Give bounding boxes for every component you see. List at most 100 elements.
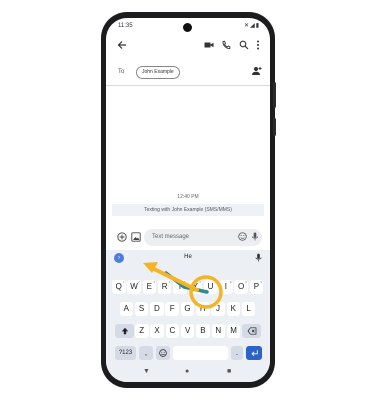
keyboard: › He Q1W2E3R4T5Y6U7I8O9P0 ASDFGHJKL ZXCV… — [106, 250, 270, 364]
gallery-icon[interactable] — [131, 232, 141, 245]
key-i-alt: 8 — [229, 280, 232, 284]
key-s-label: S — [138, 304, 145, 313]
add-attachment-icon[interactable] — [117, 232, 127, 245]
expand-toolbar-icon[interactable]: › — [114, 253, 124, 263]
key-p-alt: 0 — [260, 280, 263, 284]
backspace-key[interactable] — [242, 324, 261, 338]
key-o-label: O — [238, 282, 245, 291]
key-l[interactable]: L — [241, 302, 256, 316]
key-i-label: I — [224, 282, 227, 291]
key-d[interactable]: D — [150, 302, 164, 316]
video-call-icon[interactable] — [204, 40, 214, 54]
key-a-label: A — [123, 304, 129, 313]
key-i[interactable]: I8 — [219, 280, 233, 294]
header-divider — [106, 85, 270, 86]
nav-recents-icon[interactable]: ■ — [227, 368, 231, 375]
key-x[interactable]: X — [150, 324, 164, 338]
key-c[interactable]: C — [165, 324, 180, 338]
keyboard-mic-icon[interactable] — [255, 253, 262, 264]
key-k[interactable]: K — [226, 302, 241, 316]
key-m[interactable]: M — [226, 324, 241, 338]
key-q[interactable]: Q1 — [112, 280, 126, 294]
period-key[interactable]: . — [231, 346, 243, 360]
key-j-label: J — [216, 304, 221, 313]
key-t-alt: 5 — [184, 280, 186, 284]
screen: 11:35 ✕◢▮ To John Example 12:40 PM Texti… — [106, 18, 270, 382]
phone-icon[interactable] — [221, 40, 231, 54]
key-n-label: N — [215, 326, 222, 335]
add-person-icon[interactable] — [251, 66, 262, 78]
search-icon[interactable] — [239, 40, 249, 54]
compose-bar: Text message — [106, 228, 270, 248]
key-e-alt: 3 — [153, 280, 156, 284]
key-w[interactable]: W2 — [127, 280, 141, 294]
nav-home-icon[interactable]: ● — [185, 368, 189, 375]
key-h-label: H — [199, 304, 206, 313]
to-label: To — [118, 69, 125, 75]
front-camera — [183, 23, 192, 32]
message-input[interactable]: Text message — [144, 229, 262, 246]
key-r-alt: 4 — [168, 280, 171, 284]
key-p-label: P — [253, 282, 260, 291]
emoji-icon[interactable] — [238, 232, 247, 244]
key-d-label: D — [153, 304, 160, 313]
power-button — [273, 118, 276, 136]
key-c-label: C — [169, 326, 176, 335]
key-r[interactable]: R4 — [157, 280, 172, 294]
key-p[interactable]: P0 — [249, 280, 264, 294]
message-placeholder: Text message — [152, 234, 190, 240]
key-a[interactable]: A — [119, 302, 133, 316]
key-u[interactable]: U7 — [203, 280, 218, 294]
key-y-label: Y — [192, 282, 198, 291]
key-f-label: F — [169, 304, 175, 313]
volume-button — [273, 82, 276, 108]
key-v[interactable]: V — [180, 324, 195, 338]
key-m-label: M — [230, 326, 237, 335]
more-vertical-icon[interactable] — [256, 40, 260, 54]
emoji-key[interactable] — [156, 346, 170, 360]
key-o[interactable]: O9 — [234, 280, 248, 294]
status-time: 11:35 — [118, 23, 133, 29]
key-n[interactable]: N — [211, 324, 225, 338]
key-k-label: K — [230, 304, 237, 313]
shift-key[interactable] — [115, 324, 134, 338]
key-e[interactable]: E3 — [142, 280, 157, 294]
key-h[interactable]: H — [196, 302, 210, 316]
key-v-label: V — [184, 326, 191, 335]
suggestion-word[interactable]: He — [166, 254, 210, 260]
navigation-bar: ▼ ● ■ — [106, 364, 270, 382]
enter-key[interactable] — [246, 346, 262, 360]
key-w-label: W — [130, 282, 138, 291]
suggestion-strip: › He — [106, 250, 270, 266]
key-t[interactable]: T5 — [173, 280, 187, 294]
key-f[interactable]: F — [165, 302, 179, 316]
phone-frame: 11:35 ✕◢▮ To John Example 12:40 PM Texti… — [101, 12, 276, 388]
status-icons: ✕◢▮ — [244, 23, 260, 29]
key-j[interactable]: J — [211, 302, 225, 316]
recipient-chip[interactable]: John Example — [136, 66, 180, 79]
sms-info-banner: Texting with John Example (SMS/MMS) — [112, 204, 264, 216]
comma-key[interactable]: , — [139, 346, 153, 360]
key-x-label: X — [154, 326, 160, 335]
key-q-alt: 1 — [122, 280, 125, 284]
key-o-alt: 9 — [245, 280, 247, 284]
key-r-label: R — [161, 282, 168, 291]
key-s[interactable]: S — [134, 302, 149, 316]
key-g[interactable]: G — [180, 302, 195, 316]
key-y-alt: 6 — [199, 280, 201, 284]
key-b[interactable]: B — [196, 324, 210, 338]
arrow-left-icon[interactable] — [117, 40, 127, 54]
nav-back-icon[interactable]: ▼ — [143, 368, 150, 375]
voice-input-icon[interactable] — [251, 232, 259, 244]
app-bar — [106, 36, 270, 60]
symbols-key[interactable]: ?123 — [115, 346, 136, 360]
space-key[interactable] — [173, 346, 228, 360]
key-t-label: T — [177, 282, 183, 291]
key-u-label: U — [207, 282, 214, 291]
key-b-label: B — [200, 326, 206, 335]
key-g-label: G — [184, 304, 191, 313]
key-y[interactable]: Y6 — [188, 280, 202, 294]
key-l-label: L — [246, 304, 251, 313]
key-w-alt: 2 — [138, 280, 140, 284]
key-z[interactable]: Z — [135, 324, 149, 338]
